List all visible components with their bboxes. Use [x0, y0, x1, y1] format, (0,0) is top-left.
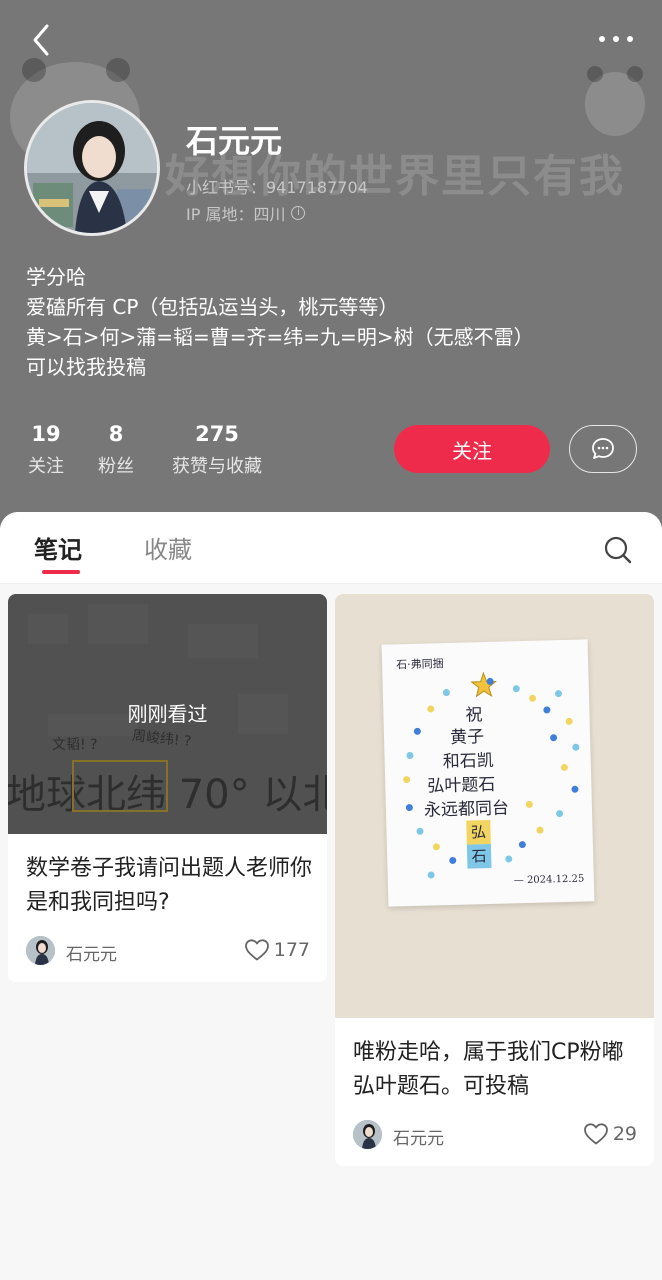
- stamp-char: 弘: [466, 819, 491, 845]
- note-title: 数学卷子我请问出题人老师你是和我同担吗?: [26, 856, 313, 915]
- more-horizontal-icon: [599, 36, 633, 42]
- stat-followers-label: 粉丝: [98, 456, 134, 477]
- search-button[interactable]: [602, 534, 634, 566]
- tab-notes[interactable]: 笔记: [34, 530, 82, 565]
- bio-line: 黄>石>何>蒲=韬=曹=齐=纬=九=明>树（无感不雷）: [26, 325, 534, 349]
- ip-location-text: IP 属地：四川: [186, 205, 286, 224]
- note-author-row: 石元元 29: [353, 1120, 637, 1150]
- note-thumbnail: 文韬! ? 周峻纬! ? 地球北纬 70° 以北 刚刚看过: [8, 594, 327, 834]
- recently-viewed-label: 刚刚看过: [127, 702, 208, 726]
- tab-collections[interactable]: 收藏: [144, 530, 192, 565]
- chevron-left-icon: [33, 24, 49, 56]
- chat-bubble-icon: [592, 438, 614, 459]
- red-id[interactable]: 小红书号：9417187704: [186, 174, 368, 198]
- stat-likes-count: 275: [195, 422, 239, 446]
- author-avatar-portrait: [353, 1120, 382, 1149]
- info-icon[interactable]: i: [291, 206, 306, 220]
- profile-stats: 19 关注 8 粉丝 275 获赞与收藏: [0, 422, 380, 482]
- profile-name: 石元元: [186, 122, 283, 160]
- avatar[interactable]: [24, 100, 160, 236]
- author-avatar[interactable]: [353, 1120, 382, 1149]
- content-panel: 笔记 收藏 文韬! ? 周峻纬! ? 地球北纬 70° 以北 刚刚看过 数学卷子…: [0, 512, 662, 1280]
- note-card[interactable]: 文韬! ? 周峻纬! ? 地球北纬 70° 以北 刚刚看过 数学卷子我请问出题人…: [8, 594, 327, 982]
- stat-likes-label: 获赞与收藏: [172, 456, 262, 477]
- stat-likes-collections[interactable]: 275 获赞与收藏: [164, 422, 270, 478]
- follow-button[interactable]: 关注: [394, 425, 550, 473]
- stat-following[interactable]: 19 关注: [26, 422, 66, 478]
- author-avatar[interactable]: [26, 936, 55, 965]
- ip-location: IP 属地：四川 i: [186, 201, 306, 225]
- paper-line: 和石凯: [442, 750, 494, 773]
- tab-bar: 笔记 收藏: [0, 512, 662, 584]
- color-stamp: 弘 石: [466, 819, 492, 869]
- active-tab-indicator: [42, 570, 80, 574]
- avatar-portrait: [27, 103, 157, 233]
- author-name[interactable]: 石元元: [66, 940, 117, 965]
- heart-icon: [583, 1123, 608, 1145]
- bio-line: 爱磕所有 CP（包括弘运当头，桃元等等）: [26, 295, 399, 319]
- paper-line: 永远都同台: [423, 798, 510, 821]
- note-title: 唯粉走哈，属于我们CP粉嘟弘叶题石。可投稿: [353, 1040, 624, 1099]
- like-count: 177: [273, 939, 310, 961]
- paper-date: — 2024.12.25: [513, 873, 585, 887]
- paper-line: 黄子: [449, 727, 485, 748]
- stamp-char: 石: [466, 843, 492, 869]
- back-button[interactable]: [22, 20, 62, 60]
- like-button[interactable]: 177: [244, 938, 310, 962]
- decorative-dots: [382, 639, 588, 879]
- more-options-button[interactable]: [592, 24, 640, 54]
- stat-following-count: 19: [31, 422, 61, 446]
- profile-bio: 学分哈 爱磕所有 CP（包括弘运当头，桃元等等） 黄>石>何>蒲=韬=曹=齐=纬…: [26, 262, 636, 382]
- stat-followers-count: 8: [108, 422, 124, 446]
- bio-line: 学分哈: [26, 265, 86, 289]
- note-card[interactable]: 石·弗同捆 祝 黄子 和石凯 弘叶题石 永远都同台 弘 石 — 2024.12.…: [335, 594, 654, 1166]
- like-button[interactable]: 29: [583, 1122, 637, 1146]
- like-count: 29: [612, 1123, 637, 1145]
- background-bear-sticker-right: [585, 66, 645, 136]
- paper-line: 弘叶题石: [427, 774, 496, 797]
- star-icon: [470, 671, 497, 698]
- heart-icon: [244, 939, 269, 961]
- stat-followers[interactable]: 8 粉丝: [96, 422, 136, 478]
- note-author-row: 石元元 177: [26, 936, 310, 966]
- bio-line: 可以找我投稿: [26, 355, 146, 379]
- stat-following-label: 关注: [28, 456, 64, 477]
- author-name[interactable]: 石元元: [393, 1124, 444, 1149]
- handwritten-paper: 石·弗同捆 祝 黄子 和石凯 弘叶题石 永远都同台 弘 石 — 2024.12.…: [381, 639, 595, 907]
- author-avatar-portrait: [26, 936, 55, 965]
- search-icon: [604, 536, 632, 564]
- message-button[interactable]: [569, 425, 637, 473]
- paper-header-text: 石·弗同捆: [395, 657, 444, 672]
- profile-header: 好想你的世界里只有我 石元元 小红书号：9417187704 IP 属地：四川 …: [0, 0, 662, 540]
- note-thumbnail: 石·弗同捆 祝 黄子 和石凯 弘叶题石 永远都同台 弘 石 — 2024.12.…: [335, 594, 654, 1018]
